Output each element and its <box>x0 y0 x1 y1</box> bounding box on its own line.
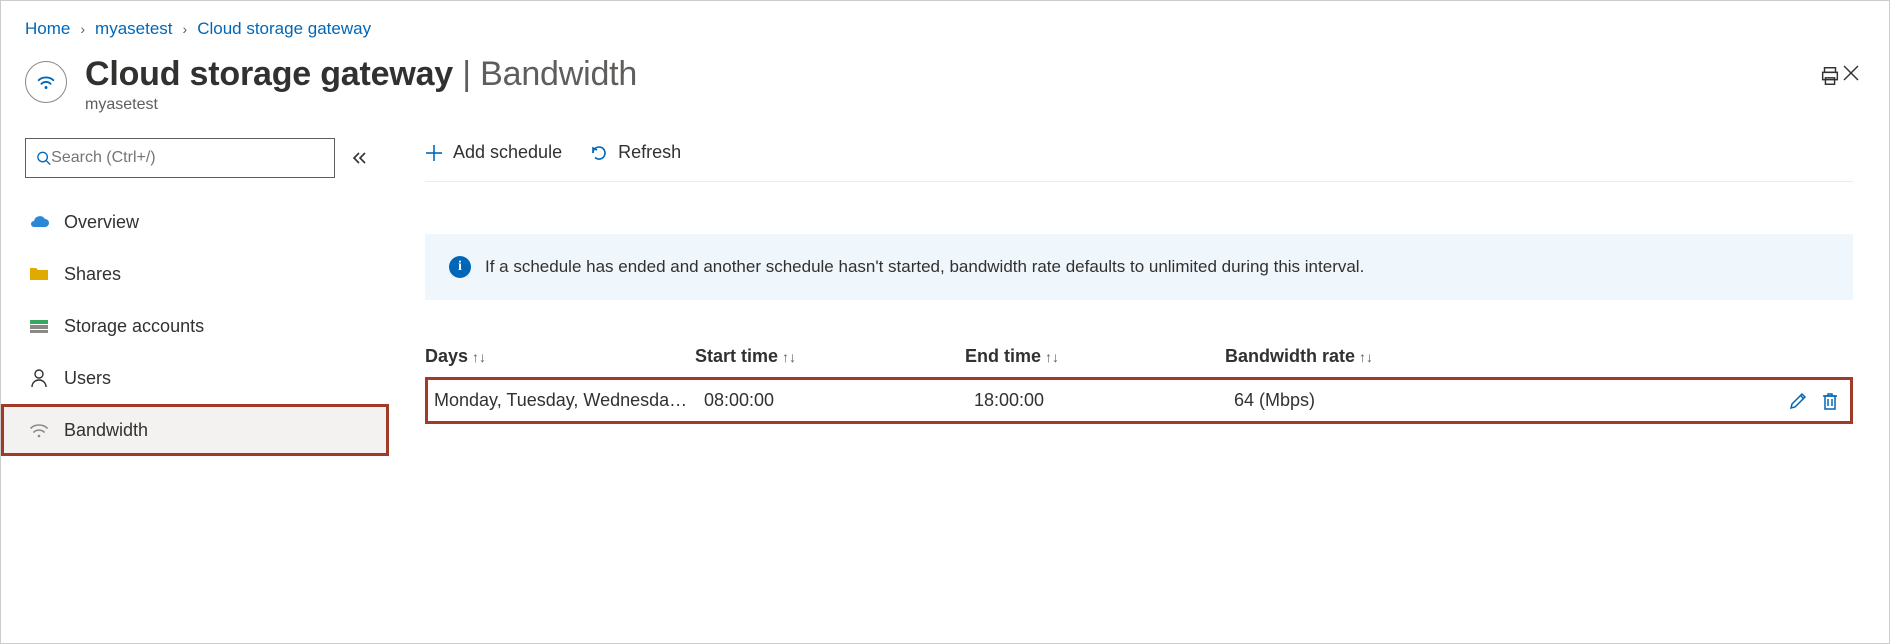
cell-days: Monday, Tuesday, Wednesday, Thursday, Fr… <box>434 390 704 411</box>
chevron-right-icon: › <box>80 21 85 37</box>
schedule-table: Days↑↓ Start time↑↓ End time↑↓ Bandwidth… <box>425 336 1853 424</box>
trash-icon <box>1820 391 1840 411</box>
resource-type-icon <box>25 61 67 103</box>
page-title: Cloud storage gateway | Bandwidth <box>85 55 1791 94</box>
info-text: If a schedule has ended and another sche… <box>485 257 1364 277</box>
folder-icon <box>28 263 50 285</box>
search-icon <box>36 150 51 166</box>
refresh-button[interactable]: Refresh <box>590 142 681 163</box>
main-content: Add schedule Refresh i If a schedule has… <box>389 132 1889 624</box>
sidebar-item-label: Bandwidth <box>64 420 148 441</box>
collapse-sidebar-button[interactable] <box>351 150 367 166</box>
cloud-icon <box>28 211 50 233</box>
breadcrumb-page[interactable]: Cloud storage gateway <box>197 19 371 39</box>
add-schedule-button[interactable]: Add schedule <box>425 142 562 163</box>
toolbar-label: Refresh <box>618 142 681 163</box>
cell-start: 08:00:00 <box>704 390 974 411</box>
sort-icon[interactable]: ↑↓ <box>472 349 486 365</box>
wifi-icon <box>35 71 57 93</box>
resource-subtitle: myasetest <box>85 96 1791 114</box>
column-header-days[interactable]: Days↑↓ <box>425 346 695 367</box>
sidebar-item-overview[interactable]: Overview <box>1 196 389 248</box>
plus-icon <box>425 144 443 162</box>
sort-icon[interactable]: ↑↓ <box>1359 349 1373 365</box>
column-header-start[interactable]: Start time↑↓ <box>695 346 965 367</box>
breadcrumb: Home › myasetest › Cloud storage gateway <box>1 1 1889 51</box>
chevron-right-icon: › <box>183 21 188 37</box>
wifi-icon <box>28 419 50 441</box>
chevron-double-left-icon <box>351 150 367 166</box>
storage-icon <box>28 315 50 337</box>
sidebar-item-label: Storage accounts <box>64 316 204 337</box>
table-header: Days↑↓ Start time↑↓ End time↑↓ Bandwidth… <box>425 336 1853 377</box>
info-icon: i <box>449 256 471 278</box>
sidebar-search[interactable] <box>25 138 335 178</box>
breadcrumb-home[interactable]: Home <box>25 19 70 39</box>
edit-button[interactable] <box>1788 391 1808 411</box>
sidebar-item-label: Shares <box>64 264 121 285</box>
table-row-highlighted: Monday, Tuesday, Wednesday, Thursday, Fr… <box>425 377 1853 424</box>
sidebar-item-bandwidth[interactable]: Bandwidth <box>1 404 389 456</box>
page-section: Bandwidth <box>480 55 637 93</box>
sort-icon[interactable]: ↑↓ <box>782 349 796 365</box>
sort-icon[interactable]: ↑↓ <box>1045 349 1059 365</box>
sidebar: Overview Shares Storage accounts Users <box>1 132 389 624</box>
cell-rate: 64 (Mbps) <box>1234 390 1484 411</box>
toolbar: Add schedule Refresh <box>425 132 1853 182</box>
page-header: Cloud storage gateway | Bandwidth myaset… <box>1 51 1889 132</box>
breadcrumb-resource[interactable]: myasetest <box>95 19 172 39</box>
info-banner: i If a schedule has ended and another sc… <box>425 234 1853 300</box>
refresh-icon <box>590 144 608 162</box>
cell-end: 18:00:00 <box>974 390 1234 411</box>
sidebar-item-label: Overview <box>64 212 139 233</box>
delete-button[interactable] <box>1820 391 1840 411</box>
print-icon[interactable] <box>1819 65 1841 87</box>
close-button[interactable] <box>1841 63 1861 83</box>
column-header-end[interactable]: End time↑↓ <box>965 346 1225 367</box>
user-icon <box>28 367 50 389</box>
table-row[interactable]: Monday, Tuesday, Wednesday, Thursday, Fr… <box>434 380 1844 421</box>
sidebar-item-users[interactable]: Users <box>1 352 389 404</box>
sidebar-item-label: Users <box>64 368 111 389</box>
sidebar-item-storage-accounts[interactable]: Storage accounts <box>1 300 389 352</box>
pencil-icon <box>1788 391 1808 411</box>
search-input[interactable] <box>51 149 324 167</box>
column-header-rate[interactable]: Bandwidth rate↑↓ <box>1225 346 1475 367</box>
sidebar-item-shares[interactable]: Shares <box>1 248 389 300</box>
toolbar-label: Add schedule <box>453 142 562 163</box>
